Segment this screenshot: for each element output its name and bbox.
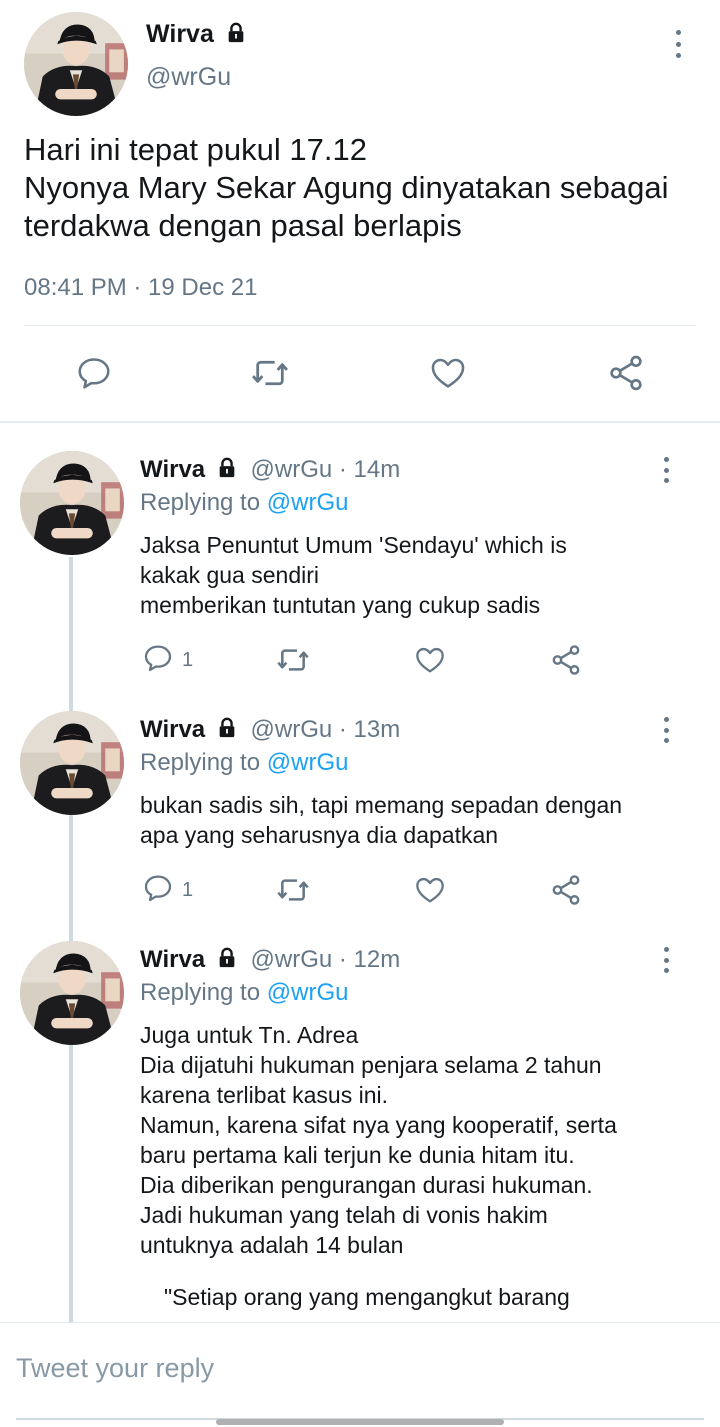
retweet-icon[interactable]: [275, 643, 311, 677]
divider: [24, 325, 696, 326]
avatar[interactable]: [20, 941, 124, 1045]
share-icon[interactable]: [549, 643, 583, 677]
tweet-text: Hari ini tepat pukul 17.12 Nyonya Mary S…: [24, 131, 704, 245]
home-indicator[interactable]: [216, 1419, 504, 1425]
replying-label: Replying to: [140, 979, 261, 1006]
avatar[interactable]: [20, 451, 124, 555]
tweet-text-line: kakak gua sendiri: [140, 562, 319, 588]
tweet-text-line: Nyonya Mary Sekar Agung dinyatakan sebag…: [24, 170, 669, 205]
lock-icon: [225, 22, 247, 51]
mention-link[interactable]: @wrGu: [267, 979, 349, 1006]
author-name[interactable]: Wirva: [140, 716, 205, 743]
replying-to: Replying to @wrGu: [140, 979, 348, 1007]
replying-label: Replying to: [140, 749, 261, 776]
reply-button[interactable]: 1: [142, 873, 193, 907]
lock-icon: [216, 717, 238, 746]
like-icon[interactable]: [413, 873, 447, 907]
tweet-text-line: Dia dijatuhi hukuman penjara selama 2 ta…: [140, 1052, 602, 1078]
retweet-icon[interactable]: [275, 873, 311, 907]
reply-header: Wirva @wrGu · 13m: [140, 716, 400, 746]
tweet-text-line: Hari ini tepat pukul 17.12: [24, 132, 367, 167]
reply-icon[interactable]: [74, 353, 114, 393]
tweet-text-line: Jadi hukuman yang telah di vonis hakim: [140, 1202, 548, 1228]
tweet-text-line: Juga untuk Tn. Adrea: [140, 1022, 359, 1048]
lock-icon: [216, 947, 238, 976]
reply-input[interactable]: [16, 1353, 696, 1384]
author-name[interactable]: Wirva: [140, 456, 205, 483]
tweet-text-line: Namun, karena sifat nya yang kooperatif,…: [140, 1112, 617, 1138]
retweet-icon[interactable]: [250, 353, 290, 393]
handle-time: @wrGu · 13m: [250, 716, 401, 743]
more-options-icon[interactable]: [656, 717, 676, 743]
tweet-text-line: Jaksa Penuntut Umum 'Sendayu' which is: [140, 532, 567, 558]
reply-header: Wirva @wrGu · 14m: [140, 456, 400, 486]
reply-count: 1: [182, 648, 194, 671]
more-options-icon[interactable]: [656, 457, 676, 483]
tweet-text-line: untuknya adalah 14 bulan: [140, 1232, 404, 1258]
main-tweet: Wirva @wrGu Hari ini tepat pukul 17.12 N…: [0, 0, 720, 422]
reply-header: Wirva @wrGu · 12m: [140, 946, 400, 976]
author-name-text[interactable]: Wirva: [146, 20, 214, 48]
like-icon[interactable]: [428, 353, 468, 393]
avatar[interactable]: [24, 12, 128, 116]
reply-button[interactable]: 1: [142, 643, 193, 677]
tweet-text-line: apa yang seharusnya dia dapatkan: [140, 822, 499, 848]
replying-to: Replying to @wrGu: [140, 489, 348, 517]
more-options-icon[interactable]: [656, 947, 676, 973]
replying-to: Replying to @wrGu: [140, 749, 348, 777]
tweet-text-quote: "Setiap orang yang mengangkut barang: [164, 1284, 570, 1310]
mention-link[interactable]: @wrGu: [267, 489, 349, 516]
tweet-text: bukan sadis sih, tapi memang sepadan den…: [140, 790, 622, 850]
handle-time: @wrGu · 14m: [250, 456, 401, 483]
thread-connector: [69, 557, 73, 1322]
section-divider: [0, 421, 720, 423]
handle-time: @wrGu · 12m: [250, 946, 401, 973]
avatar[interactable]: [20, 711, 124, 815]
share-icon[interactable]: [549, 873, 583, 907]
tweet-timestamp: 08:41 PM · 19 Dec 21: [24, 274, 258, 301]
author-name[interactable]: Wirva: [140, 946, 205, 973]
mention-link[interactable]: @wrGu: [267, 749, 349, 776]
tweet-text-line: baru pertama kali terjun ke dunia hitam …: [140, 1142, 575, 1168]
replying-label: Replying to: [140, 489, 261, 516]
reply-count: 1: [182, 878, 194, 901]
like-icon[interactable]: [413, 643, 447, 677]
author-handle[interactable]: @wrGu: [146, 63, 231, 92]
reply-composer: [0, 1322, 720, 1420]
reply-icon[interactable]: [142, 872, 174, 909]
tweet-text-line: bukan sadis sih, tapi memang sepadan den…: [140, 792, 623, 818]
author-name[interactable]: Wirva: [146, 20, 247, 51]
lock-icon: [216, 457, 238, 486]
tweet-text-line: karena terlibat kasus ini.: [140, 1082, 389, 1108]
tweet-text-line: memberikan tuntutan yang cukup sadis: [140, 592, 541, 618]
tweet-text: Jaksa Penuntut Umum 'Sendayu' which is k…: [140, 530, 567, 620]
share-icon[interactable]: [606, 353, 646, 393]
tweet-text-line: terdakwa dengan pasal berlapis: [24, 208, 462, 243]
tweet-text: Juga untuk Tn. Adrea Dia dijatuhi hukuma…: [140, 1020, 617, 1260]
tweet-text-line: Dia diberikan pengurangan durasi hukuman…: [140, 1172, 593, 1198]
more-options-icon[interactable]: [668, 30, 688, 58]
reply-icon[interactable]: [142, 642, 174, 679]
